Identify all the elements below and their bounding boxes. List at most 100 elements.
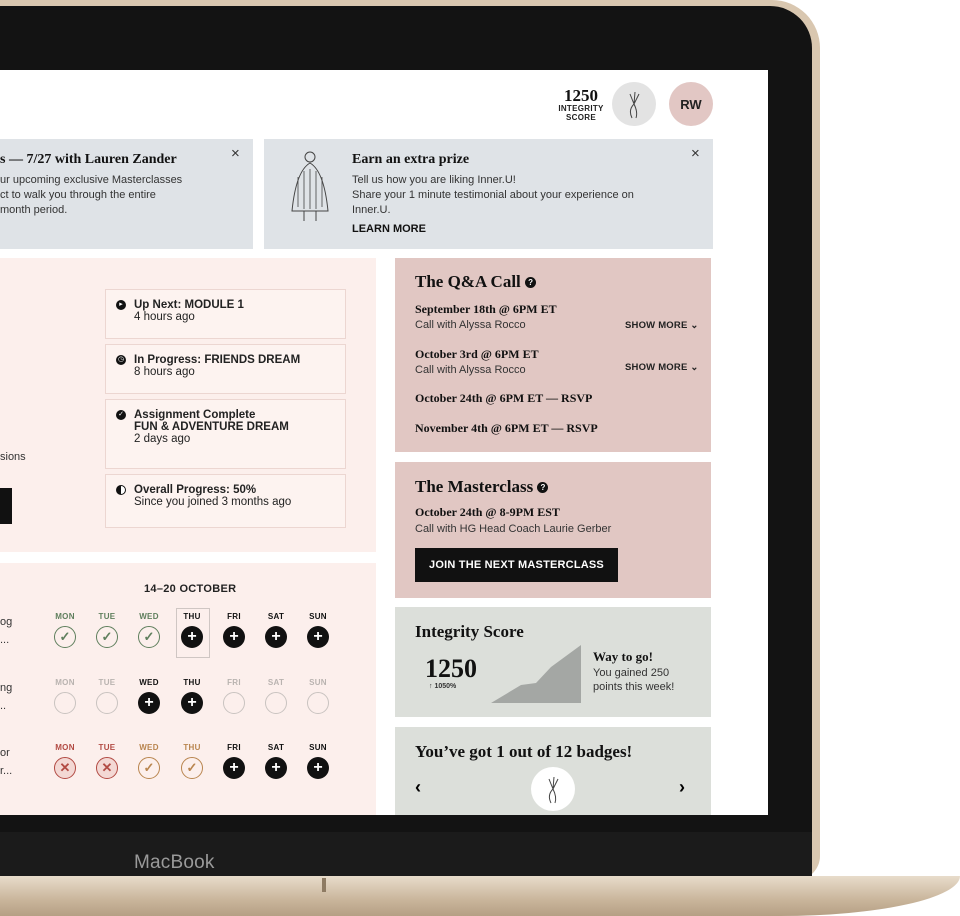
habit-label: or	[0, 747, 10, 759]
habit-label: og	[0, 616, 13, 628]
close-icon[interactable]: ×	[691, 145, 700, 162]
day-label: MON	[55, 678, 75, 687]
qa-title: The Q&A Call ?	[415, 272, 537, 292]
help-icon[interactable]: ?	[525, 277, 537, 288]
check-icon[interactable]: ✓	[138, 626, 160, 648]
masterclass-banner: s — 7/27 with Lauren Zander ur upcoming …	[0, 139, 253, 249]
rsvp-link[interactable]: November 4th @ 6PM ET — RSVP	[415, 421, 598, 436]
day-label: TUE	[98, 743, 116, 752]
call-host: Call with Alyssa Rocco	[415, 319, 526, 331]
learn-more-link[interactable]: LEARN MORE	[352, 223, 426, 235]
prize-banner: Earn an extra prize Tell us how you are …	[264, 139, 713, 249]
plus-icon[interactable]: +	[307, 626, 329, 648]
habit-label: ng	[0, 682, 13, 694]
call-date: September 18th @ 6PM ET	[415, 302, 557, 316]
laptop-notch	[322, 878, 326, 892]
assignment-complete-card[interactable]: ✓ Assignment Complete FUN & ADVENTURE DR…	[105, 399, 346, 469]
rsvp-link[interactable]: October 24th @ 6PM ET — RSVP	[415, 391, 592, 406]
empty-day-circle[interactable]	[96, 692, 118, 714]
day-label: FRI	[227, 743, 241, 752]
habit-label: ...	[0, 634, 10, 646]
overall-progress-card[interactable]: Overall Progress: 50% Since you joined 3…	[105, 474, 346, 528]
integrity-score-panel: Integrity Score 1250 ↑ 1050% Way to go! …	[395, 607, 711, 717]
chevron-down-icon: ⌄	[690, 320, 699, 331]
chevron-down-icon: ⌄	[690, 362, 699, 373]
plus-icon[interactable]: +	[181, 626, 203, 648]
badges-title: You’ve got 1 out of 12 badges!	[415, 742, 633, 761]
chevron-right-icon[interactable]: ›	[679, 777, 685, 798]
integrity-headline: Way to go!	[593, 649, 653, 664]
badges-panel: You’ve got 1 out of 12 badges! ‹ ›	[395, 727, 711, 815]
day-label: SAT	[267, 743, 285, 752]
figure-illustration-icon	[291, 151, 329, 221]
x-icon[interactable]: ✕	[96, 757, 118, 779]
in-progress-card[interactable]: ◷ In Progress: FRIENDS DREAM 8 hours ago	[105, 344, 346, 394]
day-label: THU	[183, 678, 201, 687]
day-label: FRI	[227, 678, 241, 687]
check-circle-icon: ✓	[116, 410, 126, 420]
day-label: SAT	[267, 612, 285, 621]
laptop-chin	[0, 832, 812, 876]
banner-body: Tell us how you are liking Inner.U! Share…	[352, 174, 634, 216]
up-next-card[interactable]: ▸ Up Next: MODULE 1 4 hours ago	[105, 289, 346, 339]
day-label: TUE	[98, 678, 116, 687]
close-icon[interactable]: ×	[231, 145, 240, 162]
chevron-left-icon[interactable]: ‹	[415, 777, 421, 798]
banner-title: Earn an extra prize	[352, 152, 470, 167]
call-host: Call with Alyssa Rocco	[415, 364, 526, 376]
half-circle-icon	[116, 485, 126, 495]
arrow-right-icon: ▸	[116, 300, 126, 310]
plus-icon[interactable]: +	[265, 626, 287, 648]
week-range: 14–20 OCTOBER	[144, 583, 237, 595]
day-label: THU	[183, 612, 201, 621]
flower-hand-icon	[629, 91, 640, 119]
plus-icon[interactable]: +	[265, 757, 287, 779]
day-label: WED	[139, 612, 159, 621]
plus-icon[interactable]: +	[223, 757, 245, 779]
join-masterclass-button[interactable]: JOIN THE NEXT MASTERCLASS	[415, 548, 618, 582]
score-trend-graphic	[491, 645, 581, 703]
plus-icon[interactable]: +	[223, 626, 245, 648]
activity-partial-text: sions	[0, 451, 26, 463]
partial-button[interactable]	[0, 488, 12, 524]
day-label: SAT	[267, 678, 285, 687]
screen: 1250 INTEGRITY SCORE RW s — 7/27 with Lau…	[0, 70, 768, 815]
empty-day-circle[interactable]	[54, 692, 76, 714]
banner-body: ur upcoming exclusive Masterclasses ct to…	[0, 174, 183, 216]
integrity-message: You gained 250 points this week!	[593, 667, 675, 693]
call-date: October 3rd @ 6PM ET	[415, 347, 539, 361]
masterclass-title: The Masterclass ?	[415, 477, 549, 497]
day-label: MON	[55, 612, 75, 621]
show-more-button[interactable]: SHOW MORE ⌄	[625, 320, 699, 331]
check-icon[interactable]: ✓	[54, 626, 76, 648]
plus-icon[interactable]: +	[307, 757, 329, 779]
integrity-change: ↑ 1050%	[429, 683, 457, 690]
masterclass-date: October 24th @ 8-9PM EST	[415, 505, 560, 519]
habit-label: r...	[0, 765, 13, 777]
show-more-button[interactable]: SHOW MORE ⌄	[625, 362, 699, 373]
activity-panel: sions ▸ Up Next: MODULE 1 4 hours ago ◷ …	[0, 258, 376, 552]
masterclass-panel: The Masterclass ? October 24th @ 8-9PM E…	[395, 462, 711, 598]
banner-title: s — 7/27 with Lauren Zander	[0, 152, 177, 167]
plus-icon[interactable]: +	[181, 692, 203, 714]
user-avatar[interactable]: RW	[669, 82, 713, 126]
check-icon[interactable]: ✓	[138, 757, 160, 779]
help-icon[interactable]: ?	[537, 482, 549, 493]
check-icon[interactable]: ✓	[181, 757, 203, 779]
masterclass-host: Call with HG Head Coach Laurie Gerber	[415, 523, 612, 535]
day-label: WED	[139, 743, 159, 752]
day-label: MON	[55, 743, 75, 752]
x-icon[interactable]: ✕	[54, 757, 76, 779]
day-label: SUN	[309, 678, 327, 687]
check-icon[interactable]: ✓	[96, 626, 118, 648]
day-label: SUN	[309, 612, 327, 621]
device-label: MacBook	[134, 852, 215, 873]
plus-icon[interactable]: +	[138, 692, 160, 714]
badge-item[interactable]	[531, 767, 575, 811]
empty-day-circle[interactable]	[307, 692, 329, 714]
empty-day-circle[interactable]	[265, 692, 287, 714]
empty-day-circle[interactable]	[223, 692, 245, 714]
avatar-illustration[interactable]	[612, 82, 656, 126]
integrity-title: Integrity Score	[415, 622, 524, 641]
day-label: SUN	[309, 743, 327, 752]
